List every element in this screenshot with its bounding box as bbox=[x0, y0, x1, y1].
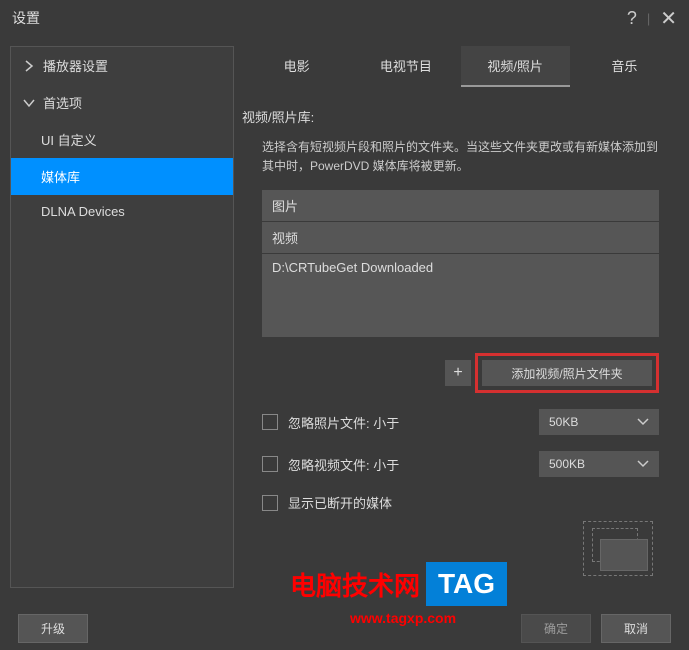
sidebar-item-label: 播放器设置 bbox=[43, 56, 108, 75]
titlebar: 设置 ? | ✕ bbox=[0, 0, 689, 36]
sidebar-item-media-library[interactable]: 媒体库 bbox=[11, 158, 233, 195]
separator: | bbox=[647, 11, 650, 26]
chevron-down-icon bbox=[637, 415, 649, 429]
thumbnail-preview-icon bbox=[583, 521, 653, 576]
watermark: 电脑技术网 TAG bbox=[290, 562, 507, 606]
add-folder-row: + 添加视频/照片文件夹 bbox=[242, 337, 679, 401]
close-icon[interactable]: ✕ bbox=[660, 6, 677, 31]
checkbox-show-disconnected[interactable] bbox=[262, 495, 278, 511]
folder-item[interactable]: 视频 bbox=[262, 222, 659, 253]
option-ignore-photo: 忽略照片文件: 小于 50KB bbox=[242, 401, 679, 443]
plus-icon[interactable]: + bbox=[445, 360, 471, 386]
option-show-disconnected: 显示已断开的媒体 bbox=[242, 485, 679, 520]
add-folder-button[interactable]: 添加视频/照片文件夹 bbox=[482, 360, 652, 386]
tab-movies[interactable]: 电影 bbox=[242, 46, 351, 87]
confirm-button[interactable]: 确定 bbox=[521, 614, 591, 643]
section-title: 视频/照片库: bbox=[242, 99, 679, 134]
folder-item[interactable]: 图片 bbox=[262, 190, 659, 221]
tab-music[interactable]: 音乐 bbox=[570, 46, 679, 87]
tab-video-photo[interactable]: 视频/照片 bbox=[461, 46, 570, 87]
main-area: 播放器设置 首选项 UI 自定义 媒体库 DLNA Devices 电影 电视节… bbox=[0, 36, 689, 598]
sidebar: 播放器设置 首选项 UI 自定义 媒体库 DLNA Devices bbox=[10, 46, 234, 588]
dropdown-video-size[interactable]: 500KB bbox=[539, 451, 659, 477]
button-group: 确定 取消 bbox=[521, 614, 671, 643]
checkbox-ignore-photo[interactable] bbox=[262, 414, 278, 430]
watermark-tag: TAG bbox=[426, 562, 507, 606]
checkbox-ignore-video[interactable] bbox=[262, 456, 278, 472]
sidebar-item-label: DLNA Devices bbox=[41, 204, 125, 219]
folder-empty-row bbox=[262, 309, 659, 337]
add-highlight: 添加视频/照片文件夹 bbox=[475, 353, 659, 393]
title-controls: ? | ✕ bbox=[627, 6, 677, 31]
option-label: 忽略视频文件: 小于 bbox=[288, 455, 529, 474]
watermark-text: 电脑技术网 bbox=[290, 566, 420, 603]
dropdown-value: 50KB bbox=[549, 415, 578, 429]
sidebar-item-ui-custom[interactable]: UI 自定义 bbox=[11, 121, 233, 158]
tab-tv[interactable]: 电视节目 bbox=[351, 46, 460, 87]
sidebar-item-preferences[interactable]: 首选项 bbox=[11, 84, 233, 121]
chevron-down-icon bbox=[637, 457, 649, 471]
chevron-down-icon bbox=[23, 97, 35, 109]
folder-empty-row bbox=[262, 281, 659, 309]
folder-list: 图片 视频 D:\CRTubeGet Downloaded bbox=[262, 190, 659, 337]
option-label: 显示已断开的媒体 bbox=[288, 493, 659, 512]
cancel-button[interactable]: 取消 bbox=[601, 614, 671, 643]
chevron-right-icon bbox=[23, 60, 35, 72]
dropdown-value: 500KB bbox=[549, 457, 585, 471]
section-description: 选择含有短视频片段和照片的文件夹。当这些文件夹更改或有新媒体添加到其中时，Pow… bbox=[242, 134, 679, 190]
sidebar-item-label: 媒体库 bbox=[41, 167, 80, 186]
dropdown-photo-size[interactable]: 50KB bbox=[539, 409, 659, 435]
bottom-bar: 升级 确定 取消 bbox=[0, 606, 689, 650]
tab-bar: 电影 电视节目 视频/照片 音乐 bbox=[242, 46, 679, 87]
sidebar-item-dlna[interactable]: DLNA Devices bbox=[11, 195, 233, 228]
option-label: 忽略照片文件: 小于 bbox=[288, 413, 529, 432]
sidebar-item-player-settings[interactable]: 播放器设置 bbox=[11, 47, 233, 84]
content-panel: 电影 电视节目 视频/照片 音乐 视频/照片库: 选择含有短视频片段和照片的文件… bbox=[242, 46, 679, 588]
folder-item[interactable]: D:\CRTubeGet Downloaded bbox=[262, 254, 659, 281]
sidebar-item-label: UI 自定义 bbox=[41, 130, 97, 149]
sidebar-item-label: 首选项 bbox=[43, 93, 82, 112]
window-title: 设置 bbox=[12, 8, 40, 28]
option-ignore-video: 忽略视频文件: 小于 500KB bbox=[242, 443, 679, 485]
upgrade-button[interactable]: 升级 bbox=[18, 614, 88, 643]
help-icon[interactable]: ? bbox=[627, 8, 637, 29]
